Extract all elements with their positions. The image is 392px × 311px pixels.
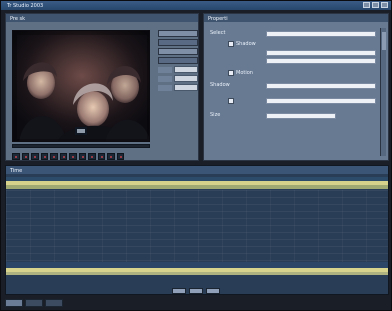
stop-icon[interactable] [50,152,58,160]
properties-scroll-thumb[interactable] [382,32,386,50]
property-input-shadow-2[interactable] [266,58,376,64]
bottom-tabs [5,299,63,308]
properties-pane-title: Properti [208,16,228,22]
step-forward-icon[interactable] [59,152,67,160]
property-input-select[interactable] [266,31,376,37]
preview-button-4[interactable] [158,57,198,64]
mark-in-icon[interactable] [97,152,105,160]
title-bar: Tr Studio 2003 [1,1,391,10]
checkbox-extra[interactable] [228,98,234,104]
property-label-shadow: Shadow [210,82,230,88]
window-controls [363,2,388,8]
preview-field-row-2 [158,75,198,82]
timeline-pane-title: Time [10,168,23,174]
preview-pane: Pre sk [5,13,199,161]
checkbox-motion-label: Motion [236,70,253,76]
preview-field-2[interactable] [174,75,198,82]
properties-body: Select Shadow Motion Shadow Size [208,26,380,158]
property-input-size[interactable] [266,113,336,119]
preview-field-3[interactable] [174,84,198,91]
preview-pane-header: Pre sk [6,14,198,22]
minimize-icon[interactable] [363,2,370,8]
timeline-pane-header: Time [6,166,388,174]
timeline-footer-buttons [172,288,220,294]
preview-field-1[interactable] [174,66,198,73]
pause-icon[interactable] [40,152,48,160]
preview-button-1[interactable] [158,30,198,37]
tab-1[interactable] [5,299,23,307]
play-icon[interactable] [31,152,39,160]
property-label-size: Size [210,112,221,118]
video-preview [12,30,150,142]
preview-field-row-1 [158,66,198,73]
properties-pane-header: Properti [204,14,388,22]
video-frame-illustration [13,31,149,141]
timeline-pane: Time [5,165,389,295]
app-window: Tr Studio 2003 Pre sk Properti Select Sh… [0,0,392,311]
property-input-shadow[interactable] [266,83,376,89]
footer-button-3[interactable] [206,288,220,294]
step-back-icon[interactable] [21,152,29,160]
preview-side-controls [158,30,198,93]
property-input-shadow-1[interactable] [266,50,376,56]
preview-pane-title: Pre sk [10,16,26,22]
transport-controls [12,151,124,161]
scrub-bar[interactable] [12,144,150,148]
loop-icon[interactable] [88,152,96,160]
tab-2[interactable] [25,299,43,307]
maximize-icon[interactable] [372,2,379,8]
window-title: Tr Studio 2003 [7,3,44,9]
tab-3[interactable] [45,299,63,307]
preview-button-3[interactable] [158,48,198,55]
close-icon[interactable] [381,2,388,8]
footer-button-1[interactable] [172,288,186,294]
fast-forward-icon[interactable] [69,152,77,160]
checkbox-motion[interactable] [228,70,234,76]
footer-button-2[interactable] [189,288,203,294]
properties-scrollbar[interactable] [380,28,386,156]
preview-field-row-3 [158,84,198,91]
preview-button-2[interactable] [158,39,198,46]
properties-pane: Properti Select Shadow Motion Shadow Siz… [203,13,389,161]
checkbox-shadow-label: Shadow [236,41,256,47]
checkbox-shadow[interactable] [228,41,234,47]
rewind-icon[interactable] [12,152,20,160]
property-label-select: Select [210,30,226,36]
preview-field-label-1 [158,66,172,73]
timeline-band-bottom-highlight-2 [6,272,388,275]
snapshot-icon[interactable] [116,152,124,160]
timeline-band-highlight-2 [6,185,388,189]
timeline-grid[interactable] [6,190,388,262]
preview-field-label-3 [158,84,172,91]
preview-field-label-2 [158,75,172,82]
record-icon[interactable] [78,152,86,160]
mark-out-icon[interactable] [107,152,115,160]
property-input-extra[interactable] [266,98,376,104]
